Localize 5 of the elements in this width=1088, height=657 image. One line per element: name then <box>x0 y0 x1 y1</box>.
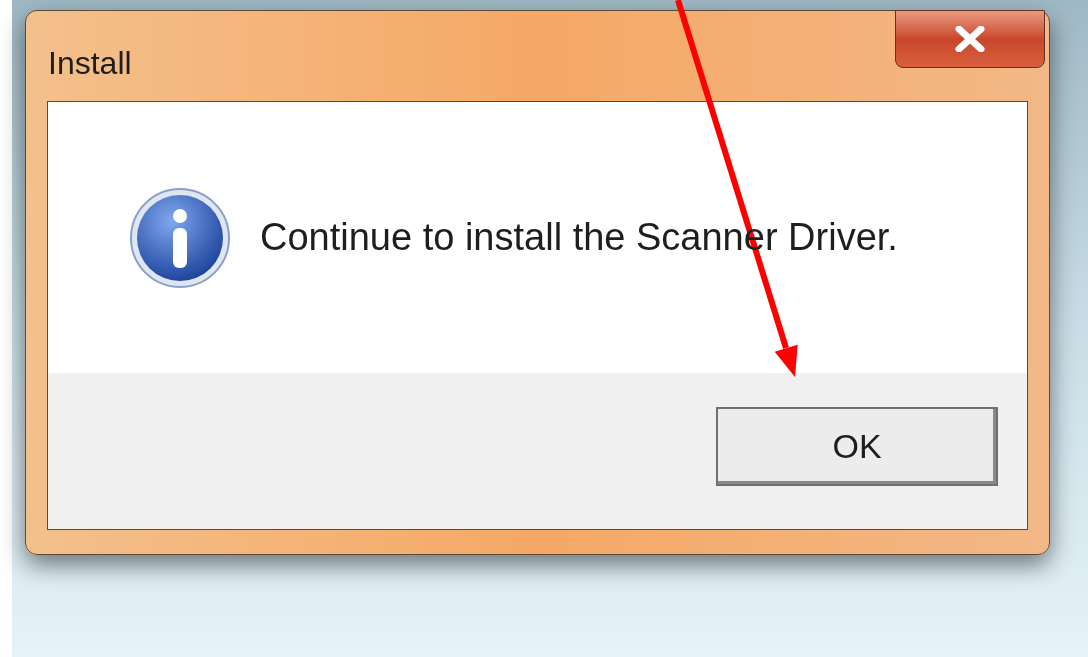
ok-button[interactable]: OK <box>716 406 998 486</box>
window-title: Install <box>48 44 132 83</box>
close-button[interactable] <box>895 10 1045 68</box>
information-icon <box>128 185 232 290</box>
close-icon <box>954 26 986 52</box>
